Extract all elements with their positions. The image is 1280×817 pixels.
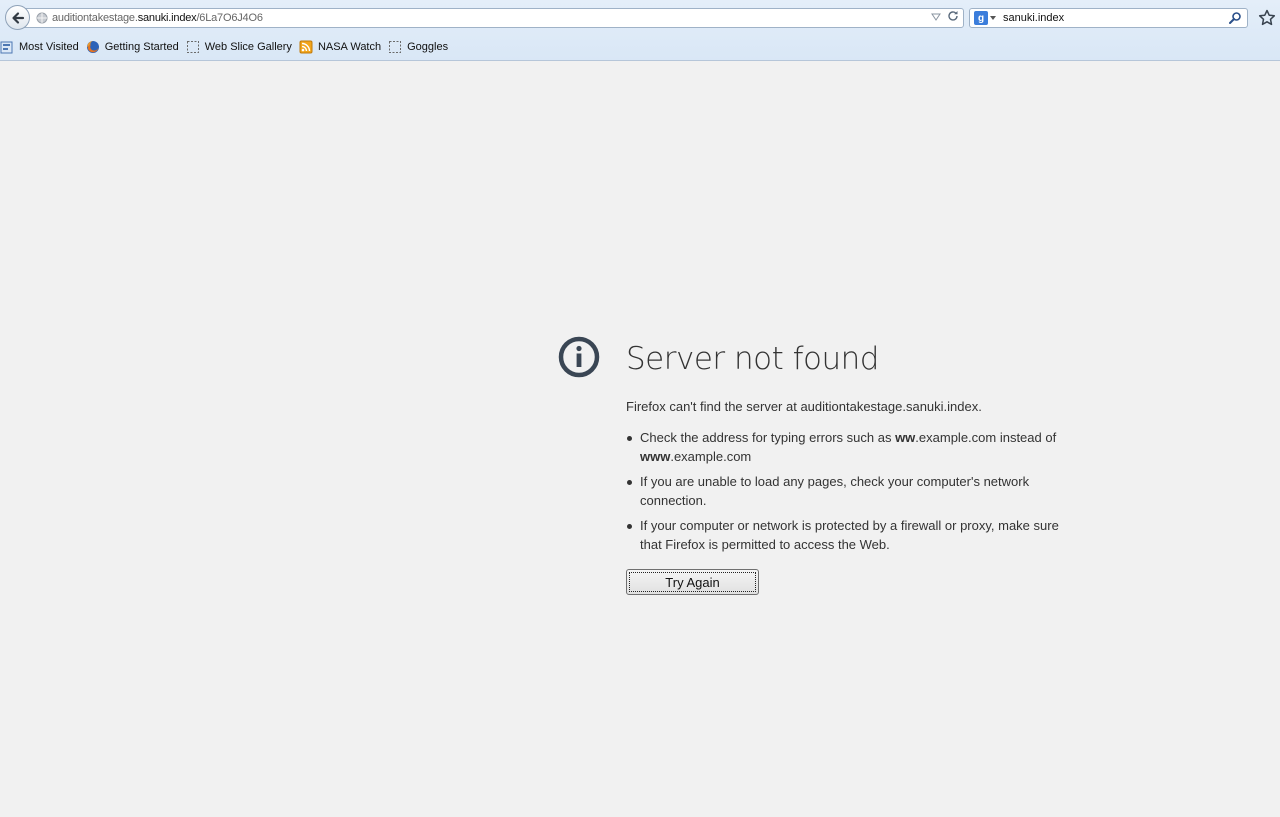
tip-network-connection: If you are unable to load any pages, che… xyxy=(626,473,1078,510)
browser-toolbar: auditiontakestage.sanuki.index/6La7O6J4O… xyxy=(0,0,1280,61)
address-bar[interactable]: auditiontakestage.sanuki.index/6La7O6J4O… xyxy=(24,8,964,28)
search-engine-selector[interactable]: g xyxy=(974,11,996,25)
tip-bold: ww xyxy=(895,430,916,445)
bookmark-label: Getting Started xyxy=(104,41,179,53)
back-button[interactable] xyxy=(5,5,30,30)
try-again-label: Try Again xyxy=(629,572,756,592)
try-again-button[interactable]: Try Again xyxy=(626,569,759,595)
bookmarks-toolbar: Most Visited Getting Started Web Slice G… xyxy=(0,38,455,56)
info-icon xyxy=(558,336,600,378)
site-identity-icon[interactable] xyxy=(36,12,48,24)
error-content: Server not found Firefox can't find the … xyxy=(626,336,1078,595)
bookmark-web-slice-gallery[interactable]: Web Slice Gallery xyxy=(186,40,292,54)
bookmark-label: NASA Watch xyxy=(317,41,382,53)
tip-text: Check the address for typing errors such… xyxy=(640,430,896,445)
bookmark-star-icon[interactable] xyxy=(1258,9,1276,27)
error-tips-list: Check the address for typing errors such… xyxy=(626,429,1078,554)
tip-bold: www xyxy=(640,448,671,464)
bookmark-label: Most Visited xyxy=(19,41,79,53)
bookmark-nasa-watch[interactable]: NASA Watch xyxy=(299,40,381,54)
history-dropdown-icon[interactable] xyxy=(931,9,941,27)
bookmark-label: Web Slice Gallery xyxy=(204,41,292,53)
url-path: /6La7O6J4O6 xyxy=(196,12,263,24)
bookmark-goggles[interactable]: Goggles xyxy=(388,40,448,54)
google-icon: g xyxy=(974,11,988,25)
back-arrow-icon xyxy=(11,11,24,24)
url-prefix: auditiontakestage. xyxy=(52,12,138,24)
bookmark-most-visited[interactable]: Most Visited xyxy=(0,40,79,54)
tip-typing-errors: Check the address for typing errors such… xyxy=(626,429,1078,466)
url-text[interactable]: auditiontakestage.sanuki.index/6La7O6J4O… xyxy=(52,12,263,24)
tip-text: .example.com xyxy=(670,448,752,464)
bookmark-label: Goggles xyxy=(407,41,449,53)
reload-icon[interactable] xyxy=(947,9,959,27)
tip-firewall-proxy: If your computer or network is protected… xyxy=(626,517,1078,554)
url-domain: sanuki.index xyxy=(137,12,197,24)
dropdown-arrow-icon xyxy=(990,16,996,20)
search-input[interactable]: sanuki.index xyxy=(1003,12,1064,24)
bookmark-getting-started[interactable]: Getting Started xyxy=(86,40,179,54)
error-title: Server not found xyxy=(626,341,880,377)
most-visited-icon xyxy=(0,40,14,54)
search-icon[interactable] xyxy=(1228,11,1242,30)
web-slice-icon xyxy=(388,40,402,54)
error-description: Firefox can't find the server at auditio… xyxy=(626,399,982,414)
web-slice-icon xyxy=(186,40,200,54)
search-bar[interactable]: g sanuki.index xyxy=(969,8,1248,28)
firefox-icon xyxy=(86,40,100,54)
rss-feed-icon xyxy=(299,40,313,54)
tip-text: .example.com instead of xyxy=(915,430,1057,445)
